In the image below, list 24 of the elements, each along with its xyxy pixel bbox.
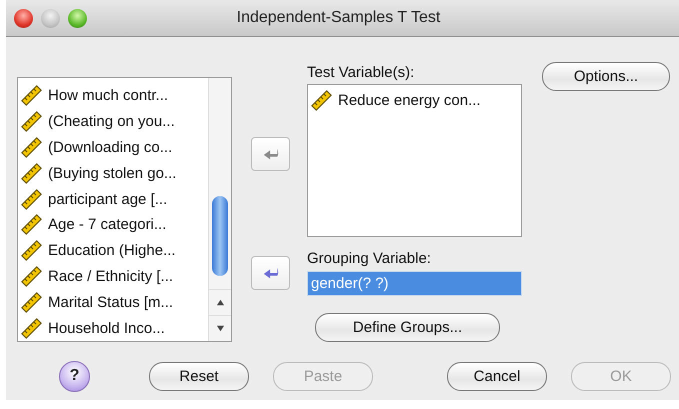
- test-variables-label: Test Variable(s):: [307, 64, 416, 82]
- dialog-button[interactable]: Reset: [149, 362, 249, 390]
- list-item[interactable]: Marital Status [m...: [18, 289, 208, 316]
- dialog-button[interactable]: Cancel: [447, 362, 547, 390]
- move-button[interactable]: [251, 256, 290, 290]
- list-item[interactable]: Reduce energy con...: [308, 88, 521, 114]
- zoom-button[interactable]: [68, 8, 87, 28]
- window-title: Independent-Samples T Test: [236, 9, 442, 27]
- help-button[interactable]: ?: [59, 360, 90, 392]
- list-item[interactable]: Education (Highe...: [18, 238, 208, 264]
- list-item[interactable]: Age - 7 categori...: [18, 212, 208, 238]
- scroll-thumb[interactable]: [212, 196, 228, 276]
- list-item[interactable]: (Cheating on you...: [18, 108, 208, 135]
- list-item[interactable]: (Downloading co...: [18, 134, 208, 160]
- list-item[interactable]: (Buying stolen go...: [18, 160, 208, 186]
- list-item[interactable]: Household Inco...: [18, 315, 208, 341]
- close-button[interactable]: [14, 8, 33, 28]
- options-button[interactable]: Options...: [542, 62, 670, 91]
- list-item[interactable]: participant age [...: [18, 186, 208, 212]
- list-item[interactable]: How much contr...: [18, 83, 208, 109]
- define-groups-button[interactable]: Define Groups...: [315, 313, 500, 342]
- list-item[interactable]: Race / Ethnicity [...: [18, 264, 208, 290]
- grouping-variable-label: Grouping Variable:: [307, 250, 432, 268]
- scrollbar[interactable]: [208, 78, 231, 341]
